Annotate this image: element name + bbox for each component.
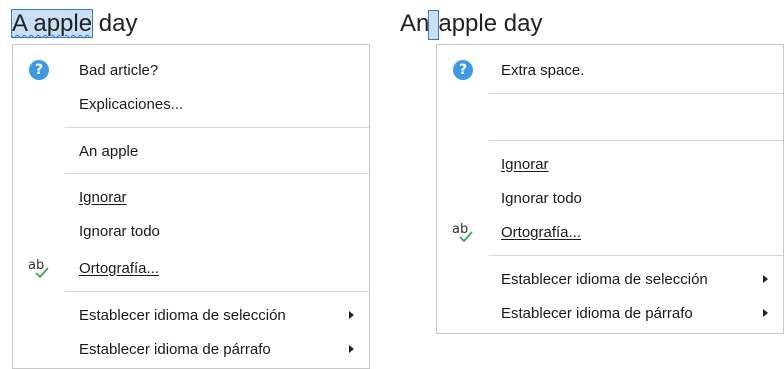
submenu-arrow-icon [349, 345, 354, 353]
menu-item-empty[interactable] [437, 100, 783, 138]
spellcheck-icon: ab [452, 222, 473, 243]
menu-item-label: Establecer idioma de párrafo [79, 340, 271, 358]
menu-item-set-selection-language[interactable]: Establecer idioma de selección [13, 298, 369, 332]
flagged-phrase[interactable]: A apple [10, 9, 94, 38]
document-word: apple day [438, 10, 543, 37]
menu-item-label: Establecer idioma de selección [501, 270, 708, 288]
menu-separator [65, 127, 369, 128]
menu-item-ignore-all[interactable]: Ignorar todo [13, 214, 369, 248]
spellcheck-icon: ab [28, 258, 49, 279]
submenu-arrow-icon [763, 309, 768, 317]
menu-item-ignore[interactable]: Ignorar [437, 147, 783, 181]
menu-item-suggestion[interactable]: ? Extra space. [437, 53, 783, 87]
submenu-arrow-icon [349, 311, 354, 319]
menu-item-label: Ignorar todo [79, 222, 160, 240]
svg-text:ab: ab [452, 222, 468, 237]
document-text-right: An apple day [400, 8, 542, 40]
help-icon: ? [453, 60, 473, 80]
flagged-extra-space[interactable] [428, 9, 440, 40]
menu-item-set-paragraph-language[interactable]: Establecer idioma de párrafo [13, 332, 369, 366]
menu-item-set-selection-language[interactable]: Establecer idioma de selección [437, 262, 783, 296]
svg-text:ab: ab [28, 258, 44, 273]
menu-item-label: Establecer idioma de selección [79, 306, 286, 324]
menu-separator [489, 255, 783, 256]
menu-item-label: Explicaciones... [79, 95, 184, 113]
document-text-left: A apple day [10, 8, 138, 40]
menu-item-label: An apple [79, 142, 139, 160]
help-icon: ? [29, 60, 49, 80]
menu-item-suggestion[interactable]: ? Bad article? [13, 53, 369, 87]
menu-separator [65, 173, 369, 174]
menu-item-set-paragraph-language[interactable]: Establecer idioma de párrafo [437, 296, 783, 330]
menu-item-ignore-all[interactable]: Ignorar todo [437, 181, 783, 215]
menu-item-label: Extra space. [501, 61, 585, 79]
context-menu-right: ? Extra space. Ignorar Ignorar todo ab O… [436, 44, 784, 334]
menu-item-label: Ortografía... [501, 223, 582, 241]
menu-item-explanations[interactable]: Explicaciones... [13, 87, 369, 121]
menu-item-label: Bad article? [79, 61, 159, 79]
menu-item-label: Ignorar todo [501, 189, 582, 207]
menu-separator [489, 93, 783, 94]
document-word: An [400, 10, 430, 37]
menu-separator [65, 291, 369, 292]
menu-item-ignore[interactable]: Ignorar [13, 180, 369, 214]
menu-item-label: Ortografía... [79, 259, 160, 277]
menu-item-spelling[interactable]: ab Ortografía... [437, 215, 783, 249]
menu-item-replacement[interactable]: An apple [13, 134, 369, 168]
context-menu-left: ? Bad article? Explicaciones... An apple… [12, 44, 370, 369]
menu-item-label: Ignorar [79, 188, 127, 206]
menu-item-label: Ignorar [501, 155, 549, 173]
submenu-arrow-icon [763, 275, 768, 283]
menu-item-spelling[interactable]: ab Ortografía... [13, 251, 369, 285]
menu-separator [489, 140, 783, 141]
document-word: day [98, 10, 138, 37]
menu-item-label: Establecer idioma de párrafo [501, 304, 693, 322]
